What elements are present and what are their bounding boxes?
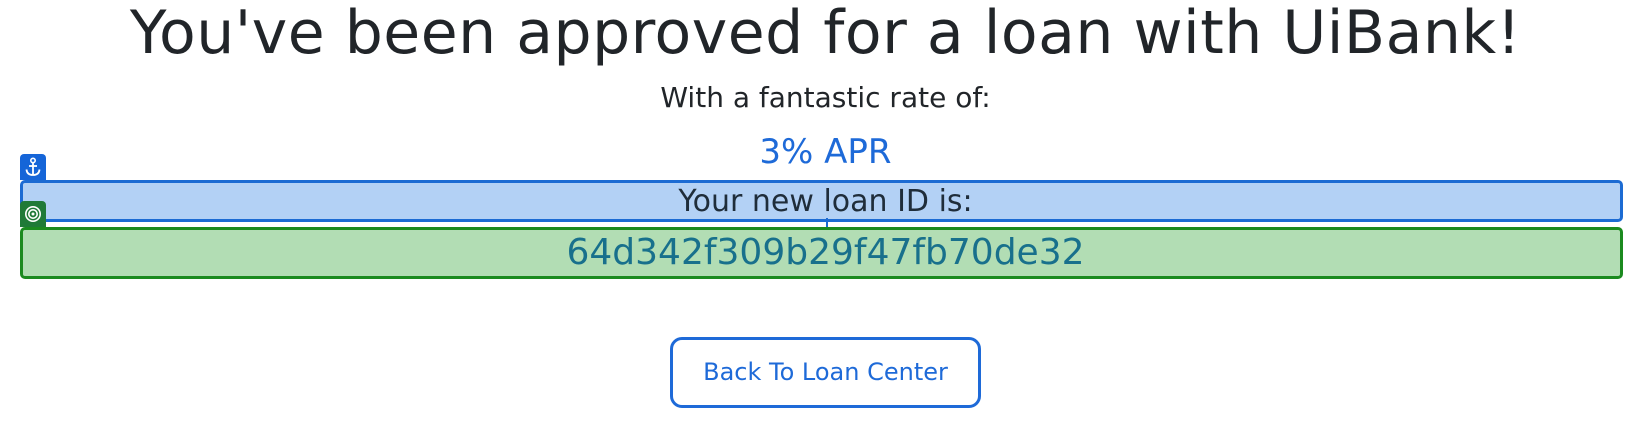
page-title: You've been approved for a loan with UiB… bbox=[129, 0, 1522, 68]
loan-id-value: 64d342f309b29f47fb70de32 bbox=[566, 232, 1085, 273]
rate-label: With a fantastic rate of: bbox=[660, 81, 991, 114]
anchor-icon bbox=[24, 157, 42, 177]
back-to-loan-center-button[interactable]: Back To Loan Center bbox=[670, 337, 981, 408]
rate-value: 3% APR bbox=[759, 132, 892, 172]
anchor-badge bbox=[20, 154, 46, 180]
loan-approval-page: You've been approved for a loan with UiB… bbox=[0, 0, 1651, 439]
loan-id-label: Your new loan ID is: bbox=[678, 184, 973, 219]
